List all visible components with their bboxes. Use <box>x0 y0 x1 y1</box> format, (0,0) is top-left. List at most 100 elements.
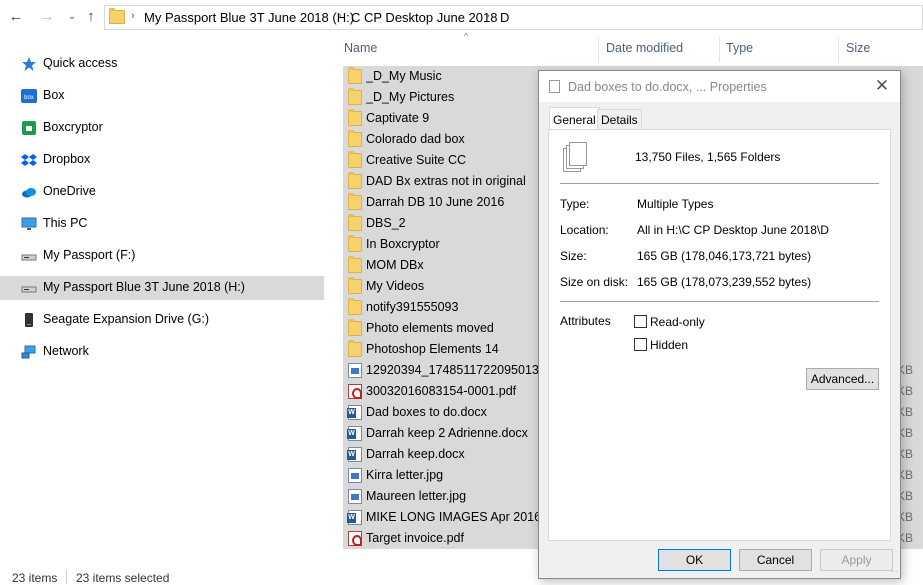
item-count: 23 items <box>12 571 58 585</box>
nav-label: Quick access <box>43 56 118 70</box>
file-folder-summary: 13,750 Files, 1,565 Folders <box>635 150 781 164</box>
column-header-type[interactable]: Type <box>726 41 753 55</box>
folder-icon <box>348 193 362 210</box>
nav-label: OneDrive <box>43 184 96 198</box>
dialog-titlebar[interactable]: Dad boxes to do.docx, ... Properties ✕ <box>539 71 900 102</box>
size-on-disk-label: Size on disk: <box>560 275 629 289</box>
size-on-disk-value: 165 GB (178,073,239,552 bytes) <box>637 275 812 289</box>
breadcrumb-drive[interactable]: My Passport Blue 3T June 2018 (H:) <box>144 10 354 25</box>
selected-count: 23 items selected <box>76 571 170 585</box>
word-document-icon <box>347 510 362 525</box>
folder-icon <box>348 319 362 336</box>
type-value: Multiple Types <box>637 197 714 211</box>
ok-button[interactable]: OK <box>658 549 731 571</box>
image-file-icon <box>348 363 362 378</box>
folder-icon <box>348 298 362 315</box>
folder-icon <box>348 235 362 252</box>
nav-item-dropbox[interactable]: Dropbox <box>0 148 324 172</box>
column-header-date-modified[interactable]: Date modified <box>606 41 683 55</box>
file-name: _D_My Pictures <box>366 90 455 104</box>
nav-item-my-passport-f[interactable]: My Passport (F:) <box>0 244 324 268</box>
general-tab-panel: 13,750 Files, 1,565 Folders Type: Multip… <box>548 129 891 541</box>
up-arrow-icon[interactable]: ↑ <box>82 8 100 26</box>
folder-icon <box>348 214 362 231</box>
tab-details[interactable]: Details <box>597 109 642 130</box>
nav-item-quick-access[interactable]: Quick access <box>0 52 324 76</box>
folder-icon <box>348 130 362 147</box>
folder-icon <box>348 88 362 105</box>
nav-label: Boxcryptor <box>43 120 103 134</box>
file-name: In Boxcryptor <box>366 237 440 251</box>
file-name: DBS_2 <box>366 216 406 230</box>
nav-item-network[interactable]: Network <box>0 340 324 364</box>
close-icon[interactable]: ✕ <box>872 76 892 96</box>
network-icon <box>21 345 36 359</box>
readonly-label[interactable]: Read-only <box>650 315 705 329</box>
recent-locations-chevron-icon[interactable]: ⌄ <box>63 8 81 26</box>
folder-icon <box>348 172 362 189</box>
word-document-icon <box>347 405 362 420</box>
column-divider[interactable] <box>838 37 839 62</box>
multiple-files-icon <box>563 142 589 174</box>
address-toolbar: ← → ⌄ ↑ › My Passport Blue 3T June 2018 … <box>0 0 923 36</box>
file-name: Kirra letter.jpg <box>366 468 444 482</box>
back-arrow-icon[interactable]: ← <box>7 8 25 26</box>
attributes-label: Attributes <box>560 314 611 328</box>
column-divider[interactable] <box>719 37 720 62</box>
nav-item-onedrive[interactable]: OneDrive <box>0 180 324 204</box>
breadcrumb-chevron-icon[interactable]: › <box>131 10 135 22</box>
column-divider[interactable] <box>598 37 599 62</box>
folder-icon <box>348 340 362 357</box>
folder-icon <box>348 109 362 126</box>
nav-item-seagate-g[interactable]: Seagate Expansion Drive (G:) <box>0 308 324 332</box>
box-icon: box <box>21 89 37 103</box>
file-name: notify391555093 <box>366 300 459 314</box>
file-name: 12920394_1748511722095013_295 <box>366 363 538 377</box>
location-value: All in H:\C CP Desktop June 2018\D <box>637 223 829 237</box>
file-name: Colorado dad box <box>366 132 465 146</box>
readonly-checkbox[interactable] <box>634 315 647 328</box>
column-header-name[interactable]: Name <box>344 41 377 55</box>
cancel-button[interactable]: Cancel <box>739 549 812 571</box>
breadcrumb-current[interactable]: D <box>500 10 509 25</box>
dropbox-icon <box>21 154 37 166</box>
breadcrumb-folder[interactable]: C CP Desktop June 2018 <box>351 10 497 25</box>
file-name: DAD Bx extras not in original <box>366 174 526 188</box>
hidden-checkbox[interactable] <box>634 338 647 351</box>
nav-label: This PC <box>43 216 88 230</box>
file-name: _D_My Music <box>366 69 442 83</box>
image-file-icon <box>348 468 362 483</box>
folder-icon <box>348 151 362 168</box>
pdf-file-icon <box>348 531 362 546</box>
breadcrumb-chevron-icon[interactable]: › <box>338 10 342 22</box>
nav-item-boxcryptor[interactable]: Boxcryptor <box>0 116 324 140</box>
document-icon <box>549 80 560 93</box>
file-name: My Videos <box>366 279 425 293</box>
divider <box>560 301 879 302</box>
nav-item-my-passport-blue-h[interactable]: My Passport Blue 3T June 2018 (H:) <box>0 276 324 300</box>
address-bar[interactable]: › My Passport Blue 3T June 2018 (H:) › C… <box>104 5 923 30</box>
folder-icon <box>348 67 362 84</box>
file-name: Photo elements moved <box>366 321 494 335</box>
file-name: MIKE LONG IMAGES Apr 2016.do <box>366 510 538 524</box>
file-name: Darrah keep.docx <box>366 447 465 461</box>
forward-arrow-icon[interactable]: → <box>38 8 56 26</box>
monitor-icon <box>21 217 37 230</box>
hidden-label[interactable]: Hidden <box>650 338 688 352</box>
nav-item-this-pc[interactable]: This PC <box>0 212 324 236</box>
breadcrumb-chevron-icon[interactable]: › <box>486 10 490 22</box>
apply-button[interactable]: Apply <box>820 549 893 571</box>
folder-icon <box>348 256 362 273</box>
pdf-file-icon <box>348 384 362 399</box>
advanced-button[interactable]: Advanced... <box>806 368 879 390</box>
boxcryptor-icon <box>22 121 36 135</box>
column-header-size[interactable]: Size <box>846 41 870 55</box>
resize-grip-icon[interactable]: ⋯ <box>890 567 898 576</box>
external-drive-icon <box>25 313 33 327</box>
properties-dialog: Dad boxes to do.docx, ... Properties ✕ G… <box>538 70 901 579</box>
svg-text:box: box <box>24 95 34 101</box>
tab-general[interactable]: General <box>549 107 600 130</box>
drive-icon <box>21 286 37 293</box>
sort-ascending-icon: ^ <box>464 31 469 41</box>
nav-item-box[interactable]: box Box <box>0 84 324 108</box>
